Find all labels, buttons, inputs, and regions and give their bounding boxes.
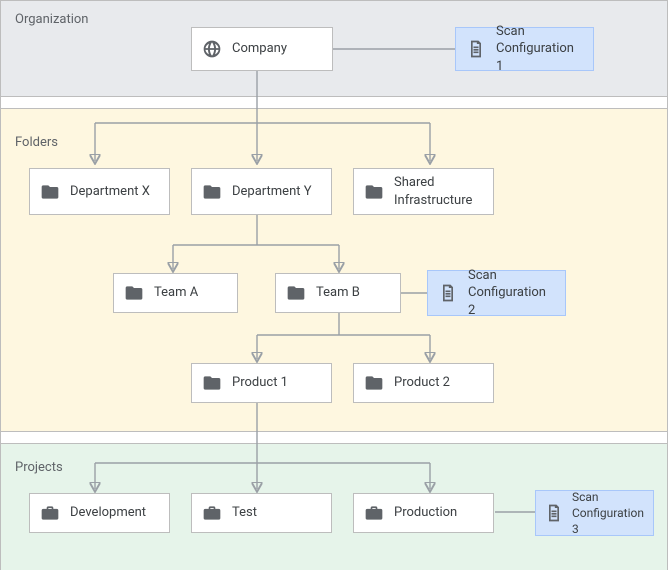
node-label: Department Y [232, 183, 312, 201]
node-scan-config-1: Scan Configuration 1 [455, 27, 594, 71]
zone-label-organization: Organization [15, 12, 88, 27]
folder-icon [286, 283, 306, 303]
node-label: Shared Infrastructure [394, 174, 472, 209]
folder-icon [364, 182, 384, 202]
zone-label-projects: Projects [15, 460, 63, 475]
node-team-a: Team A [113, 273, 238, 313]
node-label: Product 1 [232, 374, 288, 392]
node-production: Production [353, 493, 494, 533]
document-icon [544, 503, 564, 523]
node-label: Scan Configuration 3 [572, 489, 645, 538]
hierarchy-diagram: Organization Folders Projects [0, 0, 668, 570]
briefcase-icon [202, 503, 222, 523]
folder-icon [202, 182, 222, 202]
node-department-y: Department Y [191, 168, 332, 215]
document-icon [466, 39, 486, 59]
folder-icon [364, 373, 384, 393]
folder-icon [124, 283, 144, 303]
node-label: Test [232, 504, 257, 522]
briefcase-icon [40, 503, 60, 523]
node-company: Company [191, 27, 333, 71]
node-department-x: Department X [29, 168, 170, 215]
node-label: Product 2 [394, 374, 450, 392]
node-label: Department X [70, 183, 150, 201]
globe-icon [202, 39, 222, 59]
node-development: Development [29, 493, 170, 533]
node-team-b: Team B [275, 273, 401, 313]
node-label: Team B [316, 284, 360, 302]
zone-folders: Folders [1, 108, 667, 432]
folder-icon [202, 373, 222, 393]
node-label: Scan Configuration 1 [496, 23, 583, 76]
node-label: Team A [154, 284, 198, 302]
node-label: Development [70, 504, 146, 522]
folder-icon [40, 182, 60, 202]
briefcase-icon [364, 503, 384, 523]
zone-label-folders: Folders [15, 135, 58, 150]
node-test: Test [191, 493, 332, 533]
node-product-2: Product 2 [353, 363, 494, 403]
node-label: Scan Configuration 2 [468, 267, 555, 320]
node-scan-config-2: Scan Configuration 2 [427, 270, 566, 316]
node-scan-config-3: Scan Configuration 3 [535, 490, 654, 536]
node-label: Production [394, 504, 457, 522]
node-shared-infrastructure: Shared Infrastructure [353, 168, 494, 215]
node-label: Company [232, 40, 287, 58]
node-product-1: Product 1 [191, 363, 332, 403]
document-icon [438, 283, 458, 303]
